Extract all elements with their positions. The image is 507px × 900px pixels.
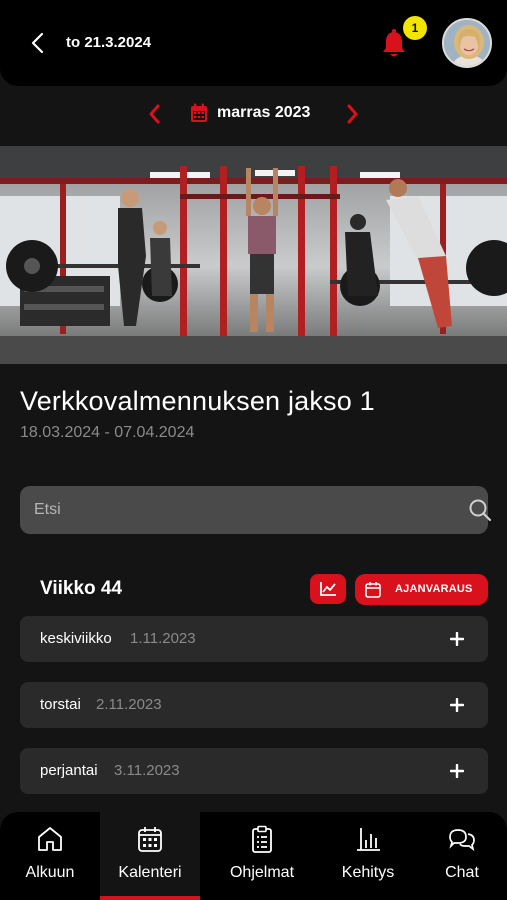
- booking-button[interactable]: AJANVARAUS: [355, 574, 488, 605]
- chevron-left-icon: [149, 104, 160, 124]
- program-date-range: 18.03.2024 - 07.04.2024: [20, 424, 195, 441]
- plus-icon: [450, 632, 464, 646]
- nav-item-progress[interactable]: Kehitys: [318, 812, 418, 900]
- nav-label: Chat: [445, 864, 479, 881]
- day-row[interactable]: torstai 2.11.2023: [20, 682, 488, 728]
- day-name: keskiviikko: [40, 630, 112, 647]
- avatar[interactable]: [442, 18, 492, 68]
- line-chart-icon: [320, 582, 336, 596]
- home-icon: [38, 827, 62, 851]
- plus-icon: [450, 764, 464, 778]
- nav-label: Kehitys: [341, 864, 395, 881]
- add-workout-button[interactable]: [446, 760, 468, 782]
- calendar-icon: [365, 582, 381, 598]
- nav-item-home[interactable]: Alkuun: [0, 812, 100, 900]
- nav-item-programs[interactable]: Ohjelmat: [212, 812, 312, 900]
- clipboard-icon: [252, 825, 272, 853]
- nav-item-calendar[interactable]: Kalenteri: [100, 812, 200, 900]
- day-name: torstai: [40, 696, 81, 713]
- search-bar: [20, 486, 492, 534]
- plus-icon: [450, 698, 464, 712]
- profile-photo: [444, 20, 490, 66]
- chat-icon: [449, 829, 475, 852]
- month-label: marras 2023: [217, 104, 311, 121]
- active-tab-indicator: [100, 896, 200, 900]
- day-date: 2.11.2023: [96, 696, 162, 713]
- search-input[interactable]: [34, 486, 434, 534]
- nav-label: Kalenteri: [118, 864, 182, 881]
- notification-badge: 1: [403, 16, 427, 40]
- day-date: 1.11.2023: [130, 630, 196, 647]
- month-navigation: marras 2023: [0, 94, 507, 134]
- next-month-button[interactable]: [341, 102, 363, 126]
- day-name: perjantai: [40, 762, 98, 779]
- nav-label: Ohjelmat: [229, 864, 295, 881]
- search-icon[interactable]: [468, 498, 492, 522]
- calendar-icon: [191, 103, 207, 122]
- program-hero-image: [0, 146, 507, 364]
- top-bar: to 21.3.2024 1: [0, 0, 507, 86]
- day-row[interactable]: keskiviikko 1.11.2023: [20, 616, 488, 662]
- week-label: Viikko 44: [40, 578, 123, 599]
- add-workout-button[interactable]: [446, 694, 468, 716]
- program-title: Verkkovalmennuksen jakso 1: [20, 386, 375, 416]
- day-date: 3.11.2023: [114, 762, 180, 779]
- day-row[interactable]: perjantai 3.11.2023: [20, 748, 488, 794]
- calendar-icon: [138, 827, 162, 852]
- back-button[interactable]: [24, 28, 52, 58]
- nav-item-chat[interactable]: Chat: [412, 812, 507, 900]
- nav-label: Alkuun: [25, 864, 75, 881]
- progress-chart-button[interactable]: [310, 574, 346, 604]
- bottom-navigation: Alkuun Kalenteri Ohjelmat Kehitys Chat: [0, 812, 507, 900]
- current-date: to 21.3.2024: [66, 34, 152, 51]
- bar-chart-icon: [357, 828, 380, 851]
- add-workout-button[interactable]: [446, 628, 468, 650]
- chevron-right-icon: [347, 104, 358, 124]
- booking-label: AJANVARAUS: [395, 583, 473, 595]
- previous-month-button[interactable]: [144, 102, 166, 126]
- chevron-left-icon: [31, 32, 44, 54]
